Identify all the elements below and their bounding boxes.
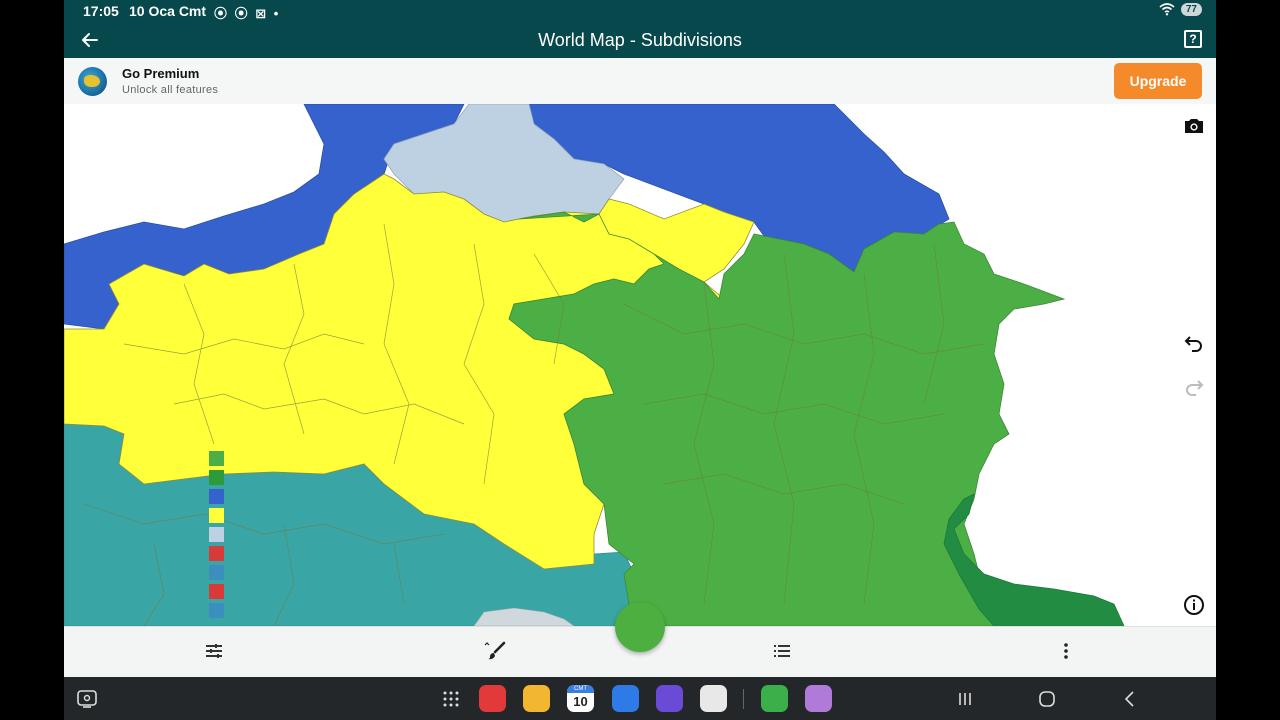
map-canvas[interactable] (64, 104, 1216, 626)
legend-swatch[interactable] (209, 508, 224, 523)
brush-icon[interactable] (484, 639, 508, 663)
camera-app-icon[interactable] (700, 685, 727, 712)
app-screen: 17:05 10 Oca Cmt ⦿ ⦿ ⊠ • 77 World Map - … (64, 0, 1216, 720)
messages-app-icon[interactable] (612, 685, 639, 712)
legend-swatch[interactable] (209, 565, 224, 580)
status-bar: 17:05 10 Oca Cmt ⦿ ⦿ ⊠ • 77 (64, 0, 1216, 22)
recents-icon[interactable] (954, 688, 976, 710)
undo-icon[interactable] (1182, 332, 1206, 356)
legend-swatch[interactable] (209, 584, 224, 599)
calendar-app-icon[interactable]: CMT 10 (567, 685, 594, 712)
calculator-app-icon[interactable] (761, 685, 788, 712)
calendar-day: 10 (573, 694, 588, 709)
community-app-icon[interactable] (805, 685, 832, 712)
system-nav-bar: CMT 10 (64, 677, 1216, 720)
dock-divider (743, 689, 744, 709)
files-app-icon[interactable] (523, 685, 550, 712)
battery-indicator: 77 (1180, 2, 1202, 16)
calendar-month: CMT (567, 685, 594, 693)
wifi-icon (1159, 3, 1175, 16)
sliders-icon[interactable] (202, 639, 226, 663)
status-time: 17:05 (83, 3, 119, 19)
app-bar: World Map - Subdivisions ? (64, 22, 1216, 58)
color-legend (209, 451, 224, 622)
list-icon[interactable] (770, 639, 794, 663)
legend-swatch[interactable] (209, 489, 224, 504)
camera-icon[interactable] (1182, 114, 1206, 138)
home-icon[interactable] (1036, 688, 1058, 710)
legend-swatch[interactable] (209, 603, 224, 618)
status-right: 77 (1159, 2, 1202, 16)
legend-swatch[interactable] (209, 470, 224, 485)
help-icon[interactable]: ? (1184, 30, 1202, 48)
legend-swatch[interactable] (209, 451, 224, 466)
premium-subtitle: Unlock all features (122, 84, 219, 96)
premium-banner: Go Premium Unlock all features Upgrade (64, 58, 1216, 104)
premium-title: Go Premium (122, 66, 200, 81)
redo-icon[interactable] (1182, 376, 1206, 400)
legend-swatch[interactable] (209, 527, 224, 542)
map-svg[interactable] (64, 104, 1216, 626)
info-icon[interactable] (1182, 593, 1206, 617)
notes-app-icon[interactable] (479, 685, 506, 712)
browser-app-icon[interactable] (656, 685, 683, 712)
globe-logo-icon (78, 67, 107, 96)
fab-button[interactable] (615, 602, 665, 652)
apps-grid-icon[interactable] (440, 688, 462, 710)
back-nav-icon[interactable] (1119, 688, 1141, 710)
more-vert-icon[interactable] (1054, 639, 1078, 663)
legend-swatch[interactable] (209, 546, 224, 561)
status-date: 10 Oca Cmt (129, 3, 207, 19)
notification-icons: ⦿ ⦿ ⊠ • (214, 6, 281, 21)
screen-assist-icon[interactable] (76, 688, 98, 710)
upgrade-button[interactable]: Upgrade (1114, 63, 1202, 99)
page-title: World Map - Subdivisions (538, 30, 742, 50)
